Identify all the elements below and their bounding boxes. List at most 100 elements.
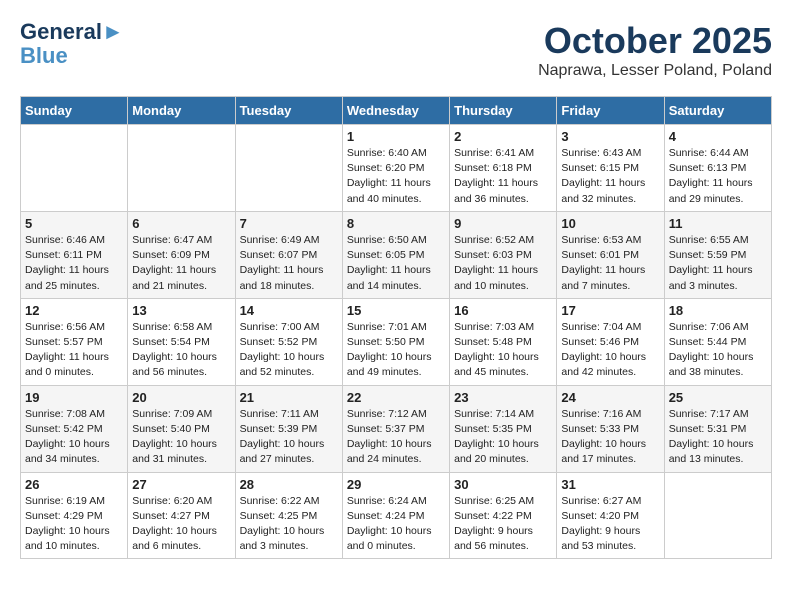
calendar-cell: 8 Sunrise: 6:50 AM Sunset: 6:05 PM Daylig… <box>342 211 449 298</box>
cell-content: Sunrise: 6:24 AM Sunset: 4:24 PM Dayligh… <box>347 494 445 555</box>
cell-content: Sunrise: 6:40 AM Sunset: 6:20 PM Dayligh… <box>347 146 445 207</box>
month-title: October 2025 <box>538 20 772 62</box>
cell-content: Sunrise: 7:11 AM Sunset: 5:39 PM Dayligh… <box>240 407 338 468</box>
calendar-cell: 5Sunrise: 6:46 AM Sunset: 6:11 PM Daylig… <box>21 211 128 298</box>
cell-content: Sunrise: 7:17 AM Sunset: 5:31 PM Dayligh… <box>669 407 767 468</box>
week-row-5: 26 Sunrise: 6:19 AM Sunset: 4:29 PM Dayli… <box>21 472 772 559</box>
calendar-cell: 27 Sunrise: 6:20 AM Sunset: 4:27 PM Dayli… <box>128 472 235 559</box>
cell-content: Sunrise: 6:44 AM Sunset: 6:13 PM Dayligh… <box>669 146 767 207</box>
cell-content: Sunrise: 6:19 AM Sunset: 4:29 PM Dayligh… <box>25 494 123 555</box>
calendar-cell: 24 Sunrise: 7:16 AM Sunset: 5:33 PM Dayli… <box>557 385 664 472</box>
calendar-cell <box>235 125 342 212</box>
day-number: 27 <box>132 477 230 492</box>
cell-content: Sunrise: 7:03 AM Sunset: 5:48 PM Dayligh… <box>454 320 552 381</box>
location-title: Naprawa, Lesser Poland, Poland <box>538 62 772 80</box>
calendar-cell: 26 Sunrise: 6:19 AM Sunset: 4:29 PM Dayli… <box>21 472 128 559</box>
day-number: 5 <box>25 216 123 231</box>
cell-content: Sunrise: 6:58 AM Sunset: 5:54 PM Dayligh… <box>132 320 230 381</box>
calendar-cell: 2 Sunrise: 6:41 AM Sunset: 6:18 PM Daylig… <box>450 125 557 212</box>
calendar-cell <box>21 125 128 212</box>
calendar-cell: 13 Sunrise: 6:58 AM Sunset: 5:54 PM Dayli… <box>128 298 235 385</box>
calendar-cell: 18Sunrise: 7:06 AM Sunset: 5:44 PM Dayli… <box>664 298 771 385</box>
cell-content: Sunrise: 6:41 AM Sunset: 6:18 PM Dayligh… <box>454 146 552 207</box>
logo-general: General <box>20 19 102 44</box>
day-number: 4 <box>669 129 767 144</box>
day-number: 28 <box>240 477 338 492</box>
calendar-cell: 12Sunrise: 6:56 AM Sunset: 5:57 PM Dayli… <box>21 298 128 385</box>
day-number: 11 <box>669 216 767 231</box>
cell-content: Sunrise: 6:55 AM Sunset: 5:59 PM Dayligh… <box>669 233 767 294</box>
day-number: 16 <box>454 303 552 318</box>
cell-content: Sunrise: 7:08 AM Sunset: 5:42 PM Dayligh… <box>25 407 123 468</box>
calendar-table: SundayMondayTuesdayWednesdayThursdayFrid… <box>20 96 772 559</box>
cell-content: Sunrise: 6:49 AM Sunset: 6:07 PM Dayligh… <box>240 233 338 294</box>
cell-content: Sunrise: 6:56 AM Sunset: 5:57 PM Dayligh… <box>25 320 123 381</box>
logo-blue: Blue <box>20 44 68 68</box>
calendar-cell: 3 Sunrise: 6:43 AM Sunset: 6:15 PM Daylig… <box>557 125 664 212</box>
calendar-cell: 28 Sunrise: 6:22 AM Sunset: 4:25 PM Dayli… <box>235 472 342 559</box>
calendar-cell: 19Sunrise: 7:08 AM Sunset: 5:42 PM Dayli… <box>21 385 128 472</box>
day-header-wednesday: Wednesday <box>342 97 449 125</box>
calendar-cell: 17Sunrise: 7:04 AM Sunset: 5:46 PM Dayli… <box>557 298 664 385</box>
logo: General► Blue <box>20 20 124 68</box>
day-header-sunday: Sunday <box>21 97 128 125</box>
day-number: 10 <box>561 216 659 231</box>
day-number: 17 <box>561 303 659 318</box>
day-header-saturday: Saturday <box>664 97 771 125</box>
cell-content: Sunrise: 7:09 AM Sunset: 5:40 PM Dayligh… <box>132 407 230 468</box>
calendar-cell: 20 Sunrise: 7:09 AM Sunset: 5:40 PM Dayli… <box>128 385 235 472</box>
logo-bird-icon: ► <box>102 19 124 44</box>
calendar-cell: 23Sunrise: 7:14 AM Sunset: 5:35 PM Dayli… <box>450 385 557 472</box>
calendar-cell: 31Sunrise: 6:27 AM Sunset: 4:20 PM Dayli… <box>557 472 664 559</box>
day-number: 13 <box>132 303 230 318</box>
cell-content: Sunrise: 6:50 AM Sunset: 6:05 PM Dayligh… <box>347 233 445 294</box>
day-number: 23 <box>454 390 552 405</box>
day-number: 26 <box>25 477 123 492</box>
calendar-body: 1 Sunrise: 6:40 AM Sunset: 6:20 PM Daylig… <box>21 125 772 559</box>
calendar-cell: 4 Sunrise: 6:44 AM Sunset: 6:13 PM Daylig… <box>664 125 771 212</box>
cell-content: Sunrise: 6:25 AM Sunset: 4:22 PM Dayligh… <box>454 494 552 555</box>
day-number: 6 <box>132 216 230 231</box>
day-number: 1 <box>347 129 445 144</box>
cell-content: Sunrise: 6:20 AM Sunset: 4:27 PM Dayligh… <box>132 494 230 555</box>
day-number: 25 <box>669 390 767 405</box>
cell-content: Sunrise: 6:52 AM Sunset: 6:03 PM Dayligh… <box>454 233 552 294</box>
week-row-4: 19Sunrise: 7:08 AM Sunset: 5:42 PM Dayli… <box>21 385 772 472</box>
calendar-cell: 30 Sunrise: 6:25 AM Sunset: 4:22 PM Dayli… <box>450 472 557 559</box>
day-number: 21 <box>240 390 338 405</box>
calendar-cell: 21 Sunrise: 7:11 AM Sunset: 5:39 PM Dayli… <box>235 385 342 472</box>
calendar-cell: 9 Sunrise: 6:52 AM Sunset: 6:03 PM Daylig… <box>450 211 557 298</box>
week-row-3: 12Sunrise: 6:56 AM Sunset: 5:57 PM Dayli… <box>21 298 772 385</box>
calendar-cell: 7 Sunrise: 6:49 AM Sunset: 6:07 PM Daylig… <box>235 211 342 298</box>
cell-content: Sunrise: 7:01 AM Sunset: 5:50 PM Dayligh… <box>347 320 445 381</box>
calendar-cell: 16 Sunrise: 7:03 AM Sunset: 5:48 PM Dayli… <box>450 298 557 385</box>
day-number: 14 <box>240 303 338 318</box>
day-header-tuesday: Tuesday <box>235 97 342 125</box>
cell-content: Sunrise: 7:00 AM Sunset: 5:52 PM Dayligh… <box>240 320 338 381</box>
day-number: 29 <box>347 477 445 492</box>
day-number: 2 <box>454 129 552 144</box>
day-number: 18 <box>669 303 767 318</box>
day-number: 7 <box>240 216 338 231</box>
calendar-cell <box>128 125 235 212</box>
cell-content: Sunrise: 6:43 AM Sunset: 6:15 PM Dayligh… <box>561 146 659 207</box>
day-number: 24 <box>561 390 659 405</box>
day-number: 30 <box>454 477 552 492</box>
cell-content: Sunrise: 6:27 AM Sunset: 4:20 PM Dayligh… <box>561 494 659 555</box>
calendar-cell <box>664 472 771 559</box>
day-number: 15 <box>347 303 445 318</box>
title-block: October 2025 Naprawa, Lesser Poland, Pol… <box>538 20 772 80</box>
day-number: 8 <box>347 216 445 231</box>
day-number: 3 <box>561 129 659 144</box>
day-number: 9 <box>454 216 552 231</box>
cell-content: Sunrise: 6:53 AM Sunset: 6:01 PM Dayligh… <box>561 233 659 294</box>
day-number: 20 <box>132 390 230 405</box>
calendar-cell: 11 Sunrise: 6:55 AM Sunset: 5:59 PM Dayli… <box>664 211 771 298</box>
week-row-2: 5Sunrise: 6:46 AM Sunset: 6:11 PM Daylig… <box>21 211 772 298</box>
header: General► Blue October 2025 Naprawa, Less… <box>20 20 772 80</box>
day-header-thursday: Thursday <box>450 97 557 125</box>
calendar-cell: 25 Sunrise: 7:17 AM Sunset: 5:31 PM Dayli… <box>664 385 771 472</box>
cell-content: Sunrise: 7:16 AM Sunset: 5:33 PM Dayligh… <box>561 407 659 468</box>
calendar-cell: 10 Sunrise: 6:53 AM Sunset: 6:01 PM Dayli… <box>557 211 664 298</box>
cell-content: Sunrise: 6:22 AM Sunset: 4:25 PM Dayligh… <box>240 494 338 555</box>
